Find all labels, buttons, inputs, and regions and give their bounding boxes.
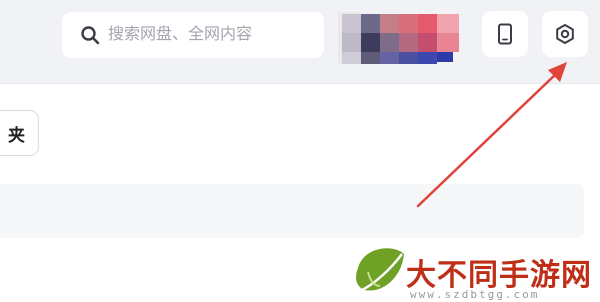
watermark-url: www.szdbtgg.com [410, 288, 540, 301]
device-button[interactable] [482, 11, 528, 57]
list-row-bar[interactable] [0, 184, 584, 238]
phone-icon [498, 23, 512, 45]
gear-icon [556, 24, 574, 44]
folder-chip-label: 夹 [8, 125, 25, 145]
top-header [0, 0, 600, 84]
settings-button[interactable] [542, 11, 588, 57]
watermark: 大不同手游网 www.szdbtgg.com [350, 242, 600, 302]
search-icon [81, 26, 100, 45]
avatar[interactable] [338, 12, 468, 64]
search-input[interactable] [108, 22, 308, 48]
leaf-logo-icon [356, 248, 404, 292]
search-box[interactable] [62, 12, 324, 58]
folder-chip-button[interactable]: 夹 [0, 110, 39, 156]
